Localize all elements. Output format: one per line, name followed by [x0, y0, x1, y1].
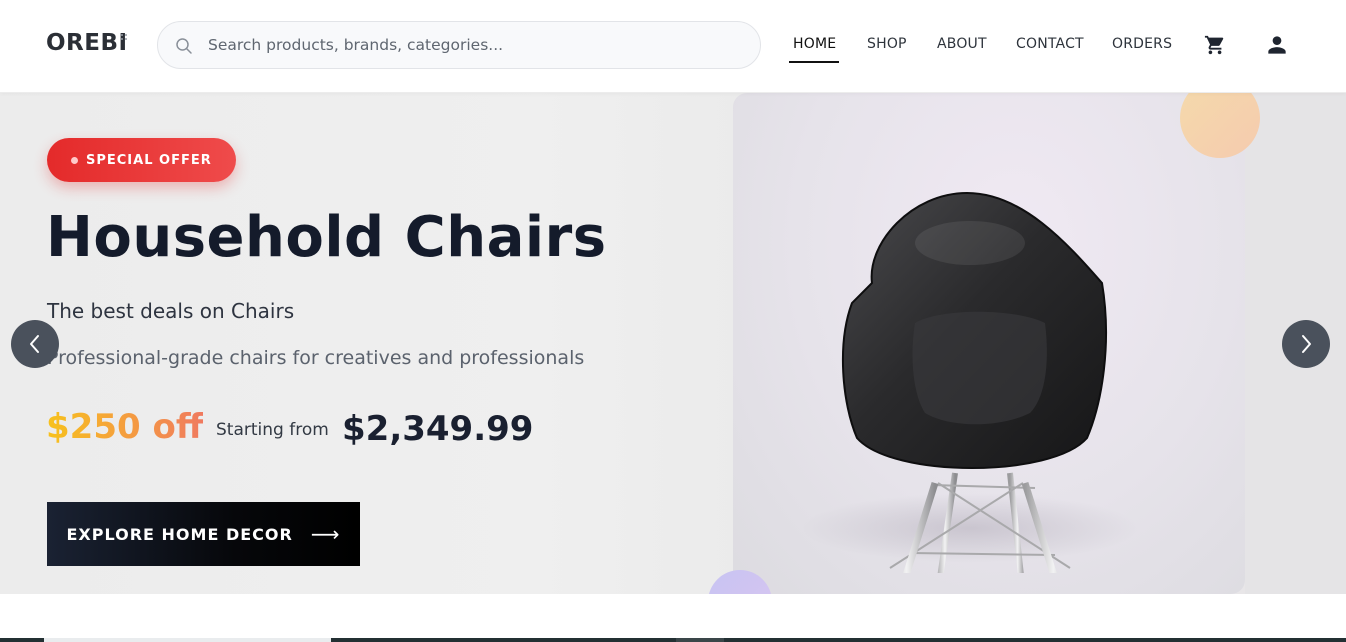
hero-subtitle: The best deals on Chairs [47, 299, 295, 323]
nav-about[interactable]: ABOUT [937, 36, 987, 52]
next-section-card-edge [44, 638, 331, 642]
next-section-card-edge-2 [676, 638, 724, 642]
starting-from-label: Starting from [216, 420, 329, 440]
nav-shop[interactable]: SHOP [867, 36, 907, 52]
logo[interactable]: OREBI [46, 30, 128, 56]
hero-description: Professional-grade chairs for creatives … [47, 347, 585, 369]
special-offer-badge: SPECIAL OFFER [47, 138, 236, 182]
badge-label: SPECIAL OFFER [86, 152, 212, 168]
site-header: OREBI HOME SHOP ABOUT CONTACT ORDERS [0, 0, 1346, 93]
explore-home-decor-button[interactable]: EXPLORE HOME DECOR ⟶ [47, 502, 360, 566]
chevron-left-icon [30, 335, 39, 353]
search-bar [157, 21, 761, 69]
logo-dots-icon [121, 34, 129, 42]
cart-icon[interactable] [1204, 34, 1226, 56]
nav-home[interactable]: HOME [793, 36, 836, 52]
discount-amount: $250 off [46, 407, 204, 447]
carousel-next-button[interactable] [1282, 320, 1330, 368]
chair-image [841, 191, 1107, 573]
nav-active-indicator [789, 61, 839, 63]
carousel-prev-button[interactable] [11, 320, 59, 368]
nav-contact[interactable]: CONTACT [1016, 36, 1084, 52]
hero-title: Household Chairs [46, 205, 607, 270]
search-icon[interactable] [175, 37, 193, 55]
chevron-right-icon [1302, 335, 1311, 353]
cta-label: EXPLORE HOME DECOR [66, 524, 293, 544]
nav-orders[interactable]: ORDERS [1112, 36, 1172, 52]
user-icon[interactable] [1264, 32, 1290, 58]
search-input[interactable] [206, 22, 746, 68]
hero-banner: SPECIAL OFFER Household Chairs The best … [0, 93, 1346, 594]
price: $2,349.99 [342, 409, 534, 449]
badge-dot-icon [71, 156, 78, 164]
arrow-right-icon: ⟶ [310, 522, 341, 546]
content-section [0, 594, 1346, 642]
